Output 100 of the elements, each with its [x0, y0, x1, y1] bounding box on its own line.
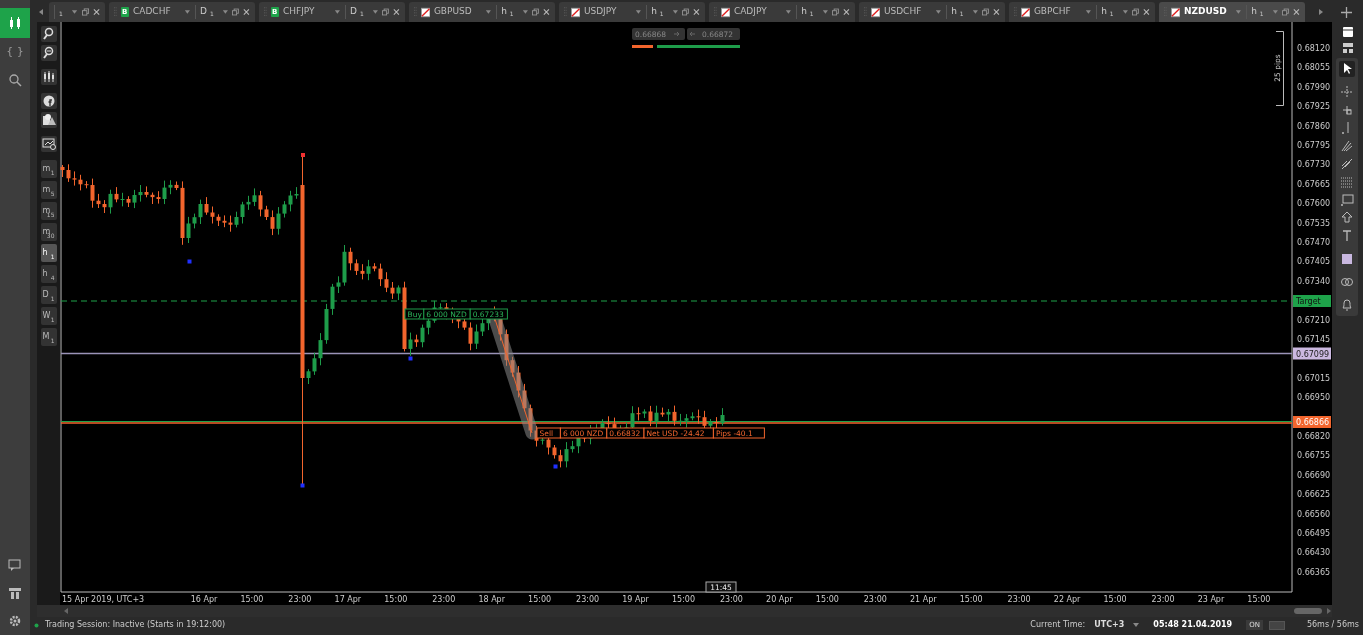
crosshair-icon[interactable] — [1339, 84, 1355, 100]
add-tab-icon[interactable] — [1341, 6, 1352, 18]
restore-icon[interactable] — [232, 8, 240, 16]
timeframe-dropdown[interactable]: h $_{1}$ — [1246, 5, 1268, 19]
session-status: Trading Session: Inactive (Starts in 19:12:00) — [45, 619, 226, 631]
timeframe-button[interactable]: m$_{5}$ — [40, 181, 57, 199]
restore-icon[interactable] — [1132, 8, 1140, 16]
timeframe-button[interactable]: M$_{1}$ — [40, 328, 57, 346]
close-icon[interactable] — [543, 8, 551, 16]
chart-tab[interactable]: GBPUSD h $_{1}$ — [409, 2, 555, 22]
price-label: 0.66430 — [1297, 548, 1331, 558]
time-label: 20 Apr — [766, 595, 793, 604]
timeframe-button[interactable]: h $_{1}$ — [40, 244, 57, 262]
symbol-label: CADJPY — [733, 5, 768, 19]
grid-lines-icon[interactable] — [1339, 174, 1355, 190]
restore-icon[interactable] — [382, 8, 390, 16]
caret-icon — [1133, 622, 1140, 628]
caret-icon — [821, 8, 829, 16]
chart-tab[interactable]: CADJPY h $_{1}$ — [709, 2, 855, 22]
layout-icon[interactable] — [1341, 26, 1354, 38]
restore-icon[interactable] — [1282, 8, 1290, 16]
restore-icon[interactable] — [832, 8, 840, 16]
candles-icon[interactable] — [41, 70, 56, 84]
arrow-icon — [673, 31, 680, 37]
settings-icon[interactable] — [8, 614, 22, 628]
time-label: 15:00 — [1247, 595, 1271, 604]
buy-quote-box[interactable] — [687, 28, 740, 40]
restore-icon[interactable] — [982, 8, 990, 16]
symbol-label: GBPCHF — [1033, 5, 1072, 19]
scroll-left-icon[interactable] — [37, 8, 45, 16]
toggle-switch[interactable] — [1268, 620, 1285, 630]
pitchfork-icon[interactable] — [1339, 156, 1355, 172]
restore-icon[interactable] — [81, 8, 89, 16]
color-swatch-icon[interactable] — [1339, 251, 1355, 267]
time-label: 15:00 — [815, 595, 839, 604]
flag-icon — [420, 6, 430, 18]
shape-icon[interactable] — [1339, 210, 1355, 226]
restore-icon[interactable] — [532, 8, 540, 16]
symbol-label: NZDUSD — [1183, 5, 1228, 19]
latency-label: 56ms / 56ms — [1306, 619, 1359, 631]
flag-icon — [570, 6, 580, 18]
script-button[interactable]: { } — [0, 38, 30, 66]
flag-icon — [1170, 6, 1180, 18]
timeframe-button[interactable]: W$_{1}$ — [40, 307, 57, 325]
caret-icon — [971, 8, 979, 16]
time-label: 22 Apr — [1053, 595, 1081, 604]
timeframe-dropdown[interactable]: h $_{1}$ — [646, 5, 668, 19]
time-label: 15:00 — [959, 595, 983, 604]
chart-tab[interactable]: NZDUSD h $_{1}$ — [1159, 2, 1305, 22]
restore-icon[interactable] — [682, 8, 690, 16]
timeframe-dropdown[interactable]: h $_{1}$ — [796, 5, 818, 19]
close-icon[interactable] — [92, 8, 100, 16]
close-icon[interactable] — [993, 8, 1001, 16]
timeframe-dropdown[interactable]: h $_{1}$ — [946, 5, 968, 19]
timeframe-dropdown[interactable]: D $_{1}$ — [345, 5, 368, 19]
symbol-label: USDJPY — [583, 5, 618, 19]
scrollbar-thumb[interactable] — [1294, 608, 1322, 614]
close-icon[interactable] — [843, 8, 851, 16]
shapes-icon[interactable] — [41, 113, 56, 127]
chart-tab[interactable]: USDCHF h $_{1}$ — [859, 2, 1005, 22]
close-icon[interactable] — [1293, 8, 1301, 16]
timeframe-button[interactable]: D $_{1}$ — [40, 286, 57, 304]
timezone-dropdown[interactable]: UTC+3 — [1091, 620, 1128, 630]
rectangle-icon[interactable] — [1339, 192, 1355, 208]
screenshot-icon[interactable] — [41, 137, 56, 151]
timeframe-dropdown[interactable]: h $_{1}$ — [1096, 5, 1118, 19]
close-icon[interactable] — [243, 8, 250, 16]
chat-icon[interactable] — [8, 558, 22, 572]
scroll-right-icon — [1326, 608, 1332, 614]
scroll-right-icon[interactable] — [1317, 8, 1325, 16]
scroll-left-icon — [63, 608, 69, 614]
arrow-icon — [689, 31, 696, 37]
close-icon[interactable] — [1143, 8, 1151, 16]
archive-icon[interactable] — [8, 586, 22, 600]
timeframe-dropdown[interactable]: D $_{1}$ — [195, 5, 218, 19]
price-label: 0.66690 — [1297, 470, 1331, 480]
layout-icon[interactable] — [1341, 42, 1354, 54]
low-marker — [300, 483, 305, 488]
zoom-out-icon[interactable] — [41, 46, 56, 60]
price-label: 0.66560 — [1297, 509, 1331, 519]
caret-icon — [635, 8, 643, 16]
chart-tab[interactable]: GBPCHF h $_{1}$ — [1009, 2, 1155, 22]
bell-icon[interactable] — [1339, 297, 1355, 313]
timeframe-dropdown[interactable]: h $_{1}$ — [496, 5, 518, 19]
search-icon[interactable] — [8, 73, 22, 87]
timeframe-button[interactable]: h $_{4}$ — [40, 265, 57, 283]
timeframe-button[interactable]: m$_{1}$ — [40, 160, 57, 178]
close-icon[interactable] — [393, 8, 400, 16]
chart-button[interactable] — [0, 8, 30, 38]
fibonacci-icon[interactable] — [1339, 138, 1355, 154]
price-label: 0.66495 — [1297, 529, 1331, 538]
price-label: 0.67470 — [1297, 238, 1331, 247]
sell-quote-box[interactable] — [632, 28, 685, 40]
price-label: 0.67730 — [1297, 160, 1331, 170]
price-label: 0.66820 — [1297, 432, 1331, 441]
f-circle-icon[interactable] — [41, 94, 56, 108]
close-icon[interactable] — [693, 8, 701, 16]
zoom-in-icon[interactable] — [41, 27, 56, 41]
chart-tab[interactable]: USDJPY h $_{1}$ — [559, 2, 705, 22]
caret-icon — [221, 8, 229, 16]
